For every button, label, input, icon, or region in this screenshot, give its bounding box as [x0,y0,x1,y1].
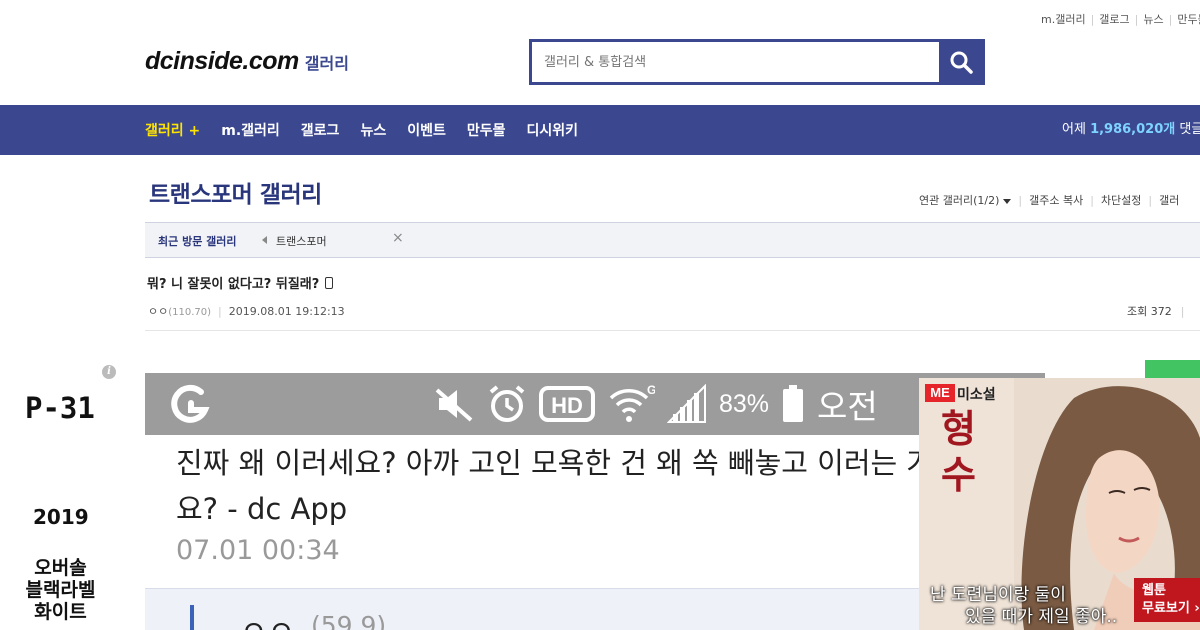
top-link-mgallery[interactable]: m.갤러리 [1041,13,1086,26]
badge-label: 웹툰 [1142,583,1166,598]
search-bar [529,39,985,85]
phone-status-bar: HD G 83% 오전 [145,373,1045,435]
alarm-icon [489,385,525,422]
site-logo[interactable]: dcinside.com 갤러리 [145,47,349,76]
logo-sub: 갤러리 [304,54,349,73]
reply-arrow-icon [190,605,202,630]
screenshot-reply-name: ㅇㅇ [240,607,295,630]
related-gallery-label: 연관 갤러리(1/2) [919,194,1000,207]
close-icon[interactable]: × [392,230,404,246]
top-link-galog[interactable]: 갤로그 [1099,13,1129,26]
nav-menu: 갤러리 + m.갤러리 갤로그 뉴스 이벤트 만두몰 디시위키 [145,105,599,155]
gallery-tools: 연관 갤러리(1/2) | 갤주소 복사 | 차단설정 | 갤러 [919,192,1179,208]
brand-name: 미소설 [957,387,996,403]
signal-icon [667,384,706,423]
post-ip: (110.70) [168,307,212,318]
nav-gallery[interactable]: 갤러리 + [145,120,200,140]
post-meta: ㅇㅇ(110.70) | 2019.08.01 19:12:13 [148,303,345,319]
carrier-logo-icon [171,384,210,423]
nav-event[interactable]: 이벤트 [407,120,446,140]
post-title: 뭐? 니 잘못이 없다고? 뒤질래? [147,273,334,292]
post-author[interactable]: ㅇㅇ [148,305,168,318]
divider: | [1018,194,1023,207]
divider: | [1148,194,1153,207]
ad-desc-line: 화이트 [34,601,87,623]
search-icon [950,51,973,74]
divider: | [1180,305,1185,318]
ad-model: P-31 [25,391,95,425]
copy-address-button[interactable]: 갤주소 복사 [1029,194,1083,207]
main-navbar: 갤러리 + m.갤러리 갤로그 뉴스 이벤트 만두몰 디시위키 어제 1,986… [0,105,1200,155]
search-button[interactable] [939,42,982,82]
divider: | [1168,13,1173,26]
related-gallery-dropdown[interactable]: 연관 갤러리(1/2) [919,194,1012,207]
ad-description: 오버솔 블랙라벨 화이트 [0,557,121,623]
recent-label: 최근 방문 갤러리 [158,235,237,248]
nav-stats: 어제 1,986,020개 댓글 [1062,105,1200,155]
nav-mall[interactable]: 만두몰 [467,120,506,140]
post-image: HD G 83% 오전 진짜 왜 이러세요? 아까 고인 모욕한 건 왜 쏙 빼… [145,373,1045,630]
ad-desc-line: 오버솔 [34,557,87,579]
recent-galleries-bar: 최근 방문 갤러리 트랜스포머 × [145,222,1200,258]
status-clock: 오전 [817,388,878,425]
search-input[interactable] [532,42,939,82]
stats-suffix: 댓글 [1179,122,1200,137]
screenshot-reply-ip: (59.9) [311,611,387,630]
screenshot-comment-time: 07.01 00:34 [176,535,340,566]
svg-text:G: G [647,383,655,397]
arrow-left-icon[interactable] [262,236,267,244]
divider: | [1134,13,1139,26]
badge-label: 무료보기 › [1142,601,1200,616]
webtoon-title: 형수 [941,406,976,497]
mute-icon [435,388,473,422]
screenshot-comment-text: 진짜 왜 이러세요? 아까 고인 모욕한 건 왜 쏙 빼놓고 이러는 거에요? … [176,446,960,526]
ad-year: 2019 [33,505,89,529]
stats-label: 어제 [1062,122,1086,137]
nav-galog[interactable]: 갤로그 [301,120,340,140]
block-settings-button[interactable]: 차단설정 [1101,194,1141,207]
gallery-info-button[interactable]: 갤러 [1159,194,1179,207]
brand-badge: ME [925,384,955,402]
screenshot-reply: ㅇㅇ (59.9) [145,588,1045,630]
divider [145,330,1200,331]
info-icon[interactable]: i [102,365,116,379]
divider: | [218,305,222,318]
ad-desc-line: 블랙라벨 [25,579,96,601]
free-view-button[interactable]: 웹툰 무료보기 › [1134,578,1200,622]
post-views: 조회 372 | [1127,303,1184,319]
svg-text:HD: HD [551,393,583,418]
post-title-text: 뭐? 니 잘못이 없다고? 뒤질래? [147,277,320,292]
top-link-news[interactable]: 뉴스 [1143,13,1163,26]
post-datetime: 2019.08.01 19:12:13 [228,305,345,318]
status-icons: HD G 83% 오전 [435,381,890,427]
battery-icon [783,385,804,422]
battery-percent: 83% [719,389,770,418]
nav-news[interactable]: 뉴스 [360,120,386,140]
gallery-title[interactable]: 트랜스포머 갤러리 [149,175,322,209]
hd-icon: HD [539,386,595,422]
caret-down-icon [1003,198,1012,204]
top-link-mall[interactable]: 만두몰 [1177,13,1200,26]
divider: | [1090,13,1095,26]
recent-item[interactable]: 트랜스포머 [276,233,327,249]
top-utility-links: m.갤러리 | 갤로그 | 뉴스 | 만두몰 [1041,11,1200,27]
mobile-icon [325,277,334,289]
stats-value: 1,986,020개 [1090,122,1176,137]
wifi-icon: G [609,383,655,422]
ad-caption: 있을 때가 제일 좋아.. [965,607,1118,627]
post-views-count: 조회 372 [1127,305,1172,318]
divider: | [1090,194,1094,207]
logo-text: dcinside.com [145,47,299,75]
nav-wiki[interactable]: 디시위키 [526,120,578,140]
webtoon-ad[interactable]: ME 미소설 형수 난 도련님이랑 둘이 있을 때가 제일 좋아.. 웹툰 무료… [919,378,1200,630]
nav-mgallery[interactable]: m.갤러리 [221,120,280,140]
